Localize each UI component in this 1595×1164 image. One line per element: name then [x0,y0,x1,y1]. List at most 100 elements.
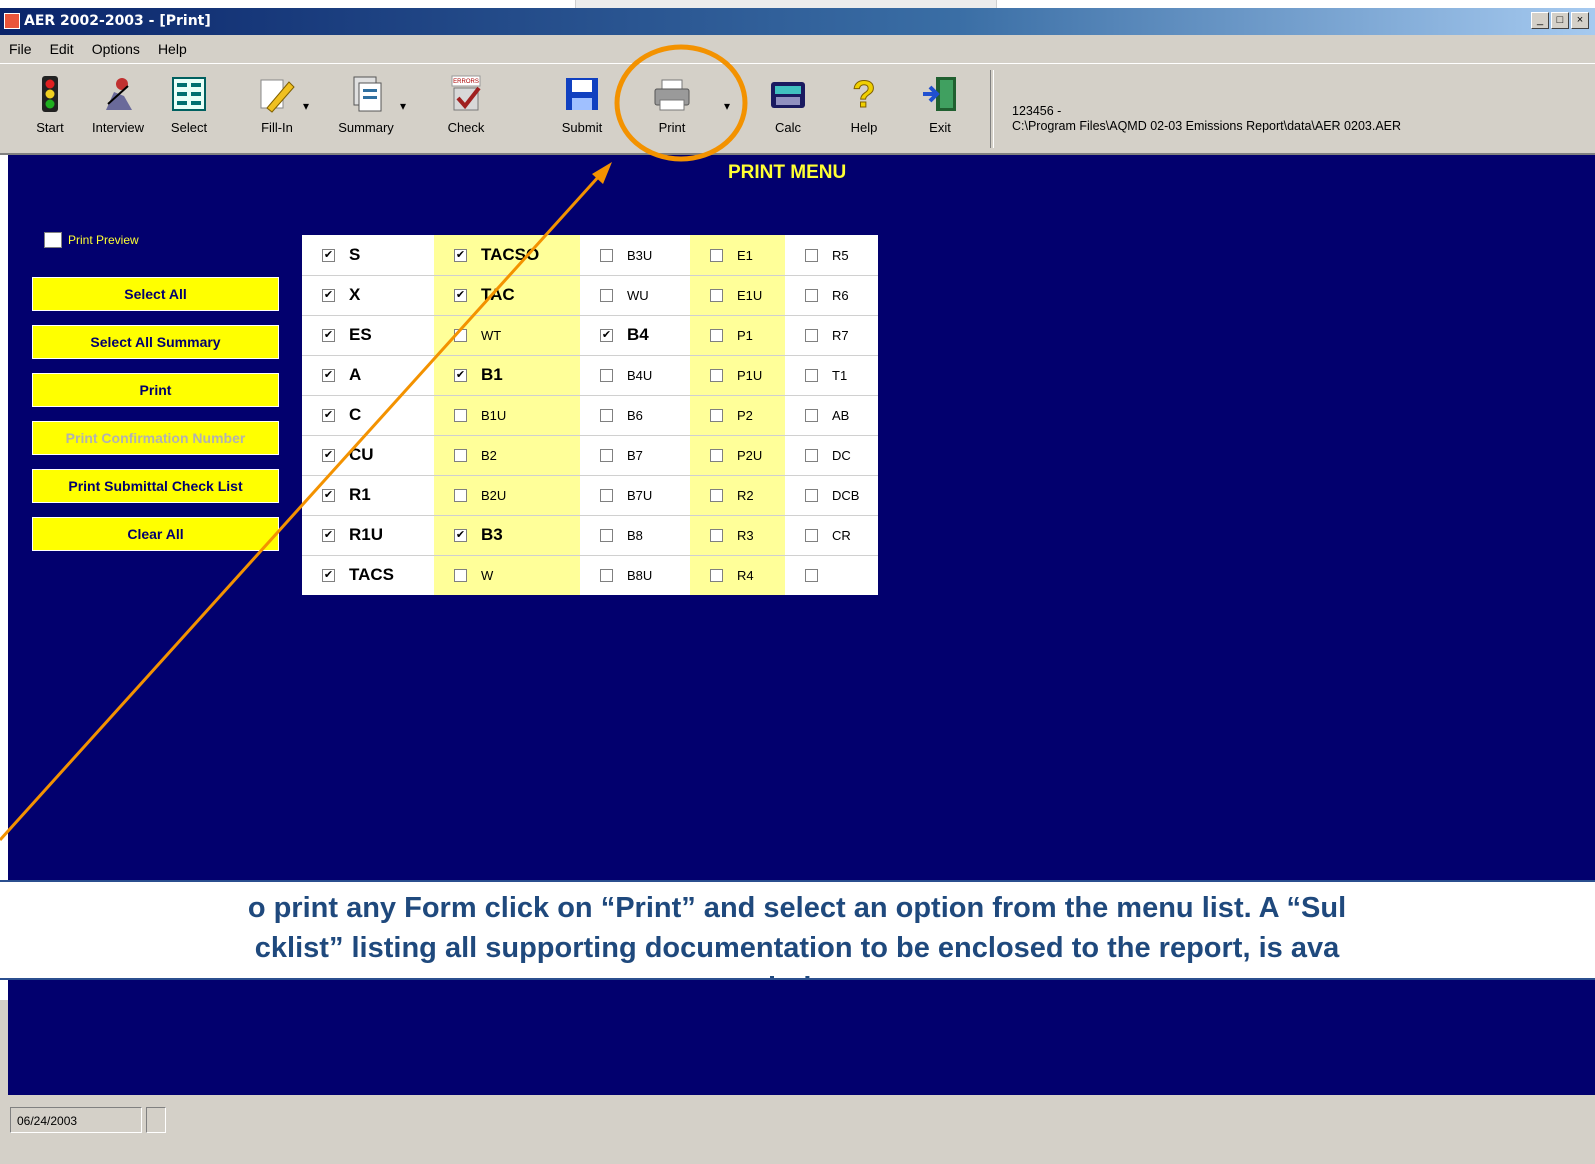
minimize-button[interactable]: _ [1531,12,1549,29]
form-option[interactable]: ✔ X [322,275,360,315]
print-preview-checkbox[interactable]: Print Preview [44,232,139,248]
form-option[interactable]: ✔ A [322,355,361,395]
select-all-summary-button[interactable]: Select All Summary [32,325,279,359]
print-preview-box[interactable] [44,232,62,248]
checkbox[interactable]: ✔ [322,568,335,582]
form-option[interactable]: P1 [710,315,753,355]
menu-file[interactable]: File [0,41,41,57]
menu-edit[interactable]: Edit [41,41,83,57]
form-option[interactable]: T1 [805,355,847,395]
form-option[interactable]: ✔ CU [322,435,374,475]
form-option[interactable]: WT [454,315,501,355]
fill-in-button[interactable]: Fill-In [245,70,309,150]
menu-help[interactable]: Help [149,41,196,57]
print-dropdown-icon[interactable]: ▾ [724,99,730,113]
form-option[interactable]: DC [805,435,851,475]
menu-options[interactable]: Options [83,41,149,57]
form-option[interactable]: ✔ TAC [454,275,515,315]
checkbox[interactable] [600,568,613,582]
checkbox[interactable]: ✔ [322,368,335,382]
form-option[interactable]: E1 [710,235,753,275]
checkbox[interactable]: ✔ [454,368,467,382]
fill-in-dropdown-icon[interactable]: ▾ [303,99,309,113]
checkbox[interactable]: ✔ [322,488,335,502]
checkbox[interactable]: ✔ [322,248,335,262]
checkbox[interactable] [710,368,723,382]
checkbox[interactable] [454,408,467,422]
form-option[interactable]: ✔ TACSO [454,235,539,275]
checkbox[interactable] [710,288,723,302]
checkbox[interactable] [710,528,723,542]
form-option[interactable]: B8U [600,555,652,595]
checkbox[interactable] [454,568,467,582]
interview-button[interactable]: Interview [86,70,150,150]
form-option[interactable]: B2U [454,475,506,515]
checkbox[interactable] [600,408,613,422]
select-button[interactable]: Select [157,70,221,150]
checkbox[interactable] [805,568,818,582]
checkbox[interactable] [600,528,613,542]
checkbox[interactable] [805,408,818,422]
checkbox[interactable] [710,248,723,262]
form-option[interactable]: P2 [710,395,753,435]
checkbox[interactable] [805,328,818,342]
form-option[interactable]: ✔ S [322,235,360,275]
submit-button[interactable]: Submit [550,70,614,150]
checkbox[interactable]: ✔ [322,328,335,342]
form-option[interactable]: P1U [710,355,762,395]
form-option[interactable]: R7 [805,315,849,355]
form-option[interactable]: AB [805,395,849,435]
form-option[interactable]: ✔ B3 [454,515,503,555]
print-checklist-button[interactable]: Print Submittal Check List [32,469,279,503]
summary-dropdown-icon[interactable]: ▾ [400,99,406,113]
checkbox[interactable] [710,568,723,582]
form-option[interactable]: E1U [710,275,762,315]
form-option[interactable]: R4 [710,555,754,595]
checkbox[interactable] [805,368,818,382]
checkbox[interactable]: ✔ [454,248,467,262]
form-option[interactable]: B8 [600,515,643,555]
calc-button[interactable]: Calc [756,70,820,150]
form-option[interactable]: B6 [600,395,643,435]
checkbox[interactable] [710,328,723,342]
form-option[interactable]: ✔ R1U [322,515,383,555]
form-option[interactable]: R5 [805,235,849,275]
form-option[interactable]: R6 [805,275,849,315]
checkbox[interactable] [600,488,613,502]
form-option[interactable]: B3U [600,235,652,275]
form-option[interactable]: ✔ ES [322,315,372,355]
checkbox[interactable] [600,248,613,262]
print-action-button[interactable]: Print [32,373,279,407]
checkbox[interactable] [454,448,467,462]
form-option[interactable]: B2 [454,435,497,475]
checkbox[interactable]: ✔ [322,408,335,422]
checkbox[interactable] [600,368,613,382]
checkbox[interactable]: ✔ [322,448,335,462]
summary-button[interactable]: Summary [334,70,398,150]
form-option[interactable]: ✔ B4 [600,315,649,355]
form-option[interactable]: W [454,555,493,595]
checkbox[interactable] [805,448,818,462]
checkbox[interactable] [454,488,467,502]
form-option[interactable]: B1U [454,395,506,435]
print-confirmation-button[interactable]: Print Confirmation Number [32,421,279,455]
print-button[interactable]: Print [640,70,704,150]
checkbox[interactable] [600,288,613,302]
form-option[interactable]: P2U [710,435,762,475]
clear-all-button[interactable]: Clear All [32,517,279,551]
checkbox[interactable] [710,488,723,502]
checkbox[interactable] [805,248,818,262]
form-option[interactable]: R2 [710,475,754,515]
checkbox[interactable] [710,448,723,462]
checkbox[interactable]: ✔ [322,288,335,302]
checkbox[interactable]: ✔ [600,328,613,342]
start-button[interactable]: Start [18,70,82,150]
form-option[interactable]: B4U [600,355,652,395]
checkbox[interactable] [454,328,467,342]
checkbox[interactable] [805,288,818,302]
form-option[interactable]: WU [600,275,649,315]
form-option[interactable]: ✔ C [322,395,361,435]
help-button[interactable]: ? Help [832,70,896,150]
checkbox[interactable] [805,528,818,542]
form-option[interactable]: R3 [710,515,754,555]
